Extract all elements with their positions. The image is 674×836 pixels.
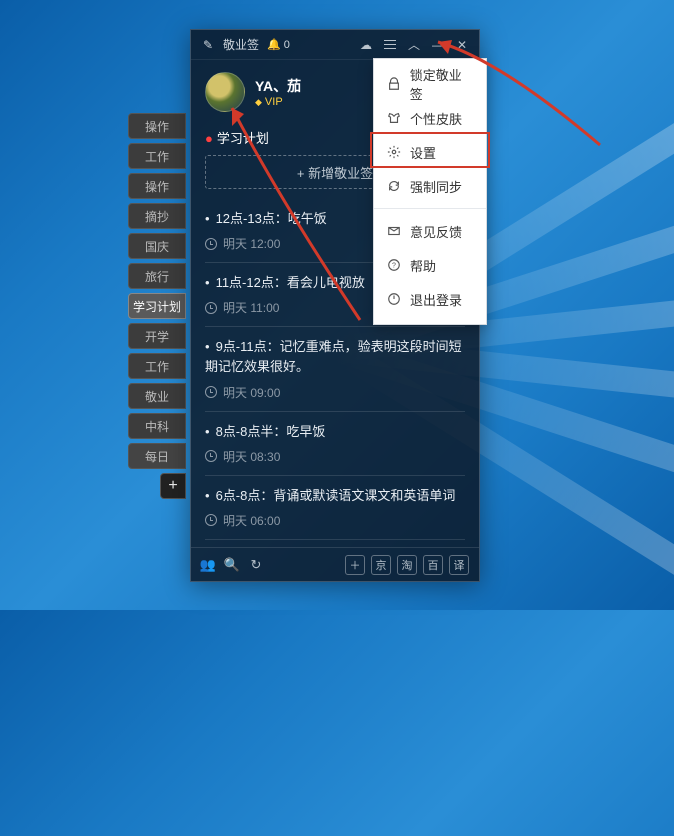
note-title: 9点-11点：记忆重难点，验表明这段时间短期记忆效果很好。	[205, 337, 465, 377]
menu-lock[interactable]: 锁定敬业签	[374, 67, 486, 101]
bottom-toolbar: 👥 🔍 ↻ ＋ 京 淘 百 译	[191, 547, 479, 581]
side-tag[interactable]: 工作	[128, 353, 186, 379]
note-time: 明天 09:00	[223, 384, 280, 401]
search-icon[interactable]: 🔍	[225, 558, 239, 572]
add-category-button[interactable]: +	[160, 473, 186, 499]
side-tag[interactable]: 敬业	[128, 383, 186, 409]
side-tag[interactable]: 工作	[128, 143, 186, 169]
close-button[interactable]: ✕	[455, 38, 469, 52]
menu-skin[interactable]: 个性皮肤	[374, 101, 486, 135]
mail-icon	[386, 223, 402, 239]
side-tag[interactable]: 旅行	[128, 263, 186, 289]
gear-icon	[386, 144, 402, 160]
vip-badge: VIP	[255, 96, 301, 108]
clock-icon	[205, 386, 217, 398]
note-title: 6点-8点：背诵或默读语文课文和英语单词	[205, 486, 465, 506]
sync-icon	[386, 178, 402, 194]
taobao-shortcut[interactable]: 淘	[397, 555, 417, 575]
collapse-button[interactable]: ︿	[407, 38, 421, 52]
refresh-icon[interactable]: ↻	[249, 558, 263, 572]
clock-icon	[205, 514, 217, 526]
note-time: 明天 12:00	[223, 235, 280, 252]
note-item[interactable]: 9点-11点：记忆重难点，验表明这段时间短期记忆效果很好。 明天 09:00	[205, 326, 465, 410]
hamburger-menu-button[interactable]	[383, 38, 397, 52]
contacts-icon[interactable]: 👥	[201, 558, 215, 572]
note-time: 明天 08:30	[223, 448, 280, 465]
minimize-button[interactable]: —	[431, 38, 445, 52]
user-nickname: YA、茄	[255, 76, 301, 96]
menu-settings[interactable]: 设置	[374, 135, 486, 169]
menu-sync[interactable]: 强制同步	[374, 169, 486, 203]
help-icon: ?	[386, 257, 402, 273]
notifications-button[interactable]: 🔔 0	[267, 38, 290, 51]
side-tag[interactable]: 国庆	[128, 233, 186, 259]
side-tag[interactable]: 中科	[128, 413, 186, 439]
menu-separator	[374, 208, 486, 209]
logout-icon	[386, 291, 402, 307]
lock-icon	[386, 76, 402, 92]
add-button[interactable]: ＋	[345, 555, 365, 575]
baidu-shortcut[interactable]: 百	[423, 555, 443, 575]
note-item[interactable]: 8点-8点半：吃早饭 明天 08:30	[205, 411, 465, 475]
clock-icon	[205, 302, 217, 314]
menu-help[interactable]: ? 帮助	[374, 248, 486, 282]
jd-shortcut[interactable]: 京	[371, 555, 391, 575]
note-title: 8点-8点半：吃早饭	[205, 422, 465, 442]
app-title: 敬业签	[223, 36, 259, 53]
avatar[interactable]	[205, 72, 245, 112]
menu-feedback[interactable]: 意见反馈	[374, 214, 486, 248]
note-item[interactable]: 整理、分析错题，保证质量	[205, 539, 465, 547]
translate-shortcut[interactable]: 译	[449, 555, 469, 575]
side-tag[interactable]: 摘抄	[128, 203, 186, 229]
menu-logout[interactable]: 退出登录	[374, 282, 486, 316]
note-time: 明天 06:00	[223, 512, 280, 529]
side-tag[interactable]: 每日	[128, 443, 186, 469]
cloud-sync-icon[interactable]: ☁	[359, 38, 373, 52]
category-tabs: 操作 工作 操作 摘抄 国庆 旅行 学习计划 开学 工作 敬业 中科 每日 +	[128, 113, 186, 503]
clock-icon	[205, 238, 217, 250]
side-tag[interactable]: 操作	[128, 173, 186, 199]
titlebar: ✎ 敬业签 🔔 0 ☁ ︿ — ✕	[191, 30, 479, 60]
main-dropdown-menu: 锁定敬业签 个性皮肤 设置 强制同步 意见反馈 ? 帮助 退出登录	[373, 58, 487, 325]
side-tag[interactable]: 操作	[128, 113, 186, 139]
shirt-icon	[386, 110, 402, 126]
note-item[interactable]: 6点-8点：背诵或默读语文课文和英语单词 明天 06:00	[205, 475, 465, 539]
side-tag-active[interactable]: 学习计划	[128, 293, 186, 319]
app-logo-icon: ✎	[201, 38, 215, 52]
side-tag[interactable]: 开学	[128, 323, 186, 349]
note-time: 明天 11:00	[223, 299, 279, 316]
svg-text:?: ?	[392, 263, 396, 270]
clock-icon	[205, 450, 217, 462]
